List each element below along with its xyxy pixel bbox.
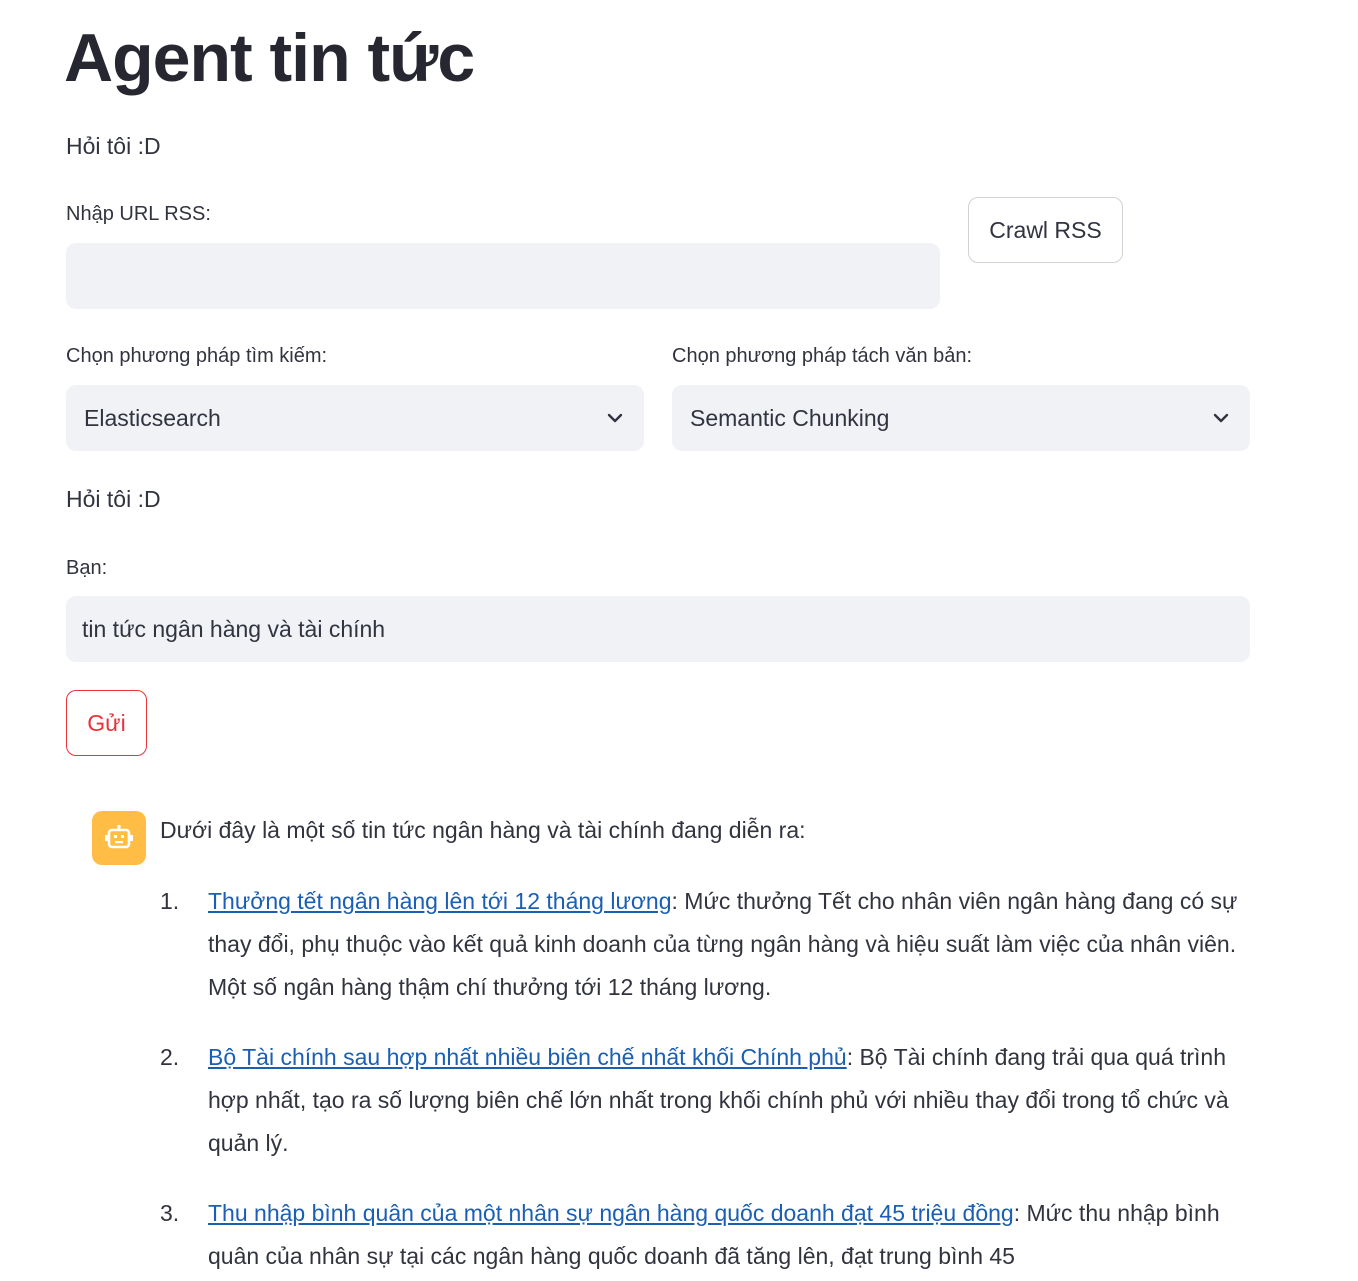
chevron-down-icon: [1210, 407, 1232, 429]
list-item: 2. Bộ Tài chính sau hợp nhất nhiều biên …: [160, 1036, 1260, 1165]
search-method-select[interactable]: Elasticsearch: [66, 385, 644, 451]
search-method-value: Elasticsearch: [84, 404, 221, 431]
chat-input[interactable]: [66, 596, 1250, 662]
rss-url-label: Nhập URL RSS:: [66, 203, 211, 225]
send-button[interactable]: Gửi: [66, 690, 147, 756]
split-method-label: Chọn phương pháp tách văn bản:: [672, 345, 973, 367]
list-item-body: Bộ Tài chính sau hợp nhất nhiều biên chế…: [208, 1036, 1260, 1165]
news-link[interactable]: Thưởng tết ngân hàng lên tới 12 tháng lư…: [208, 888, 672, 914]
list-item-number: 3.: [160, 1200, 180, 1226]
split-method-value: Semantic Chunking: [690, 404, 890, 431]
page-title: Agent tin tức: [64, 20, 475, 96]
list-item-number: 2.: [160, 1044, 180, 1070]
crawl-rss-button[interactable]: Crawl RSS: [968, 197, 1123, 263]
news-link[interactable]: Thu nhập bình quân của một nhân sự ngân …: [208, 1200, 1014, 1226]
chevron-down-icon: [604, 407, 626, 429]
news-list: 1. Thưởng tết ngân hàng lên tới 12 tháng…: [160, 880, 1260, 1281]
news-link[interactable]: Bộ Tài chính sau hợp nhất nhiều biên chế…: [208, 1044, 847, 1070]
chat-input-label: Bạn:: [66, 557, 108, 579]
rss-url-input[interactable]: [66, 243, 940, 309]
chat-caption: Hỏi tôi :D: [66, 486, 161, 512]
app-page: Agent tin tức Hỏi tôi :D Nhập URL RSS: C…: [0, 0, 1358, 1281]
search-method-label: Chọn phương pháp tìm kiếm:: [66, 345, 328, 367]
list-item-body: Thưởng tết ngân hàng lên tới 12 tháng lư…: [208, 880, 1260, 1009]
list-item: 3. Thu nhập bình quân của một nhân sự ng…: [160, 1192, 1260, 1278]
bot-intro-text: Dưới đây là một số tin tức ngân hàng và …: [160, 817, 806, 843]
list-item-body: Thu nhập bình quân của một nhân sự ngân …: [208, 1192, 1260, 1278]
page-subtitle: Hỏi tôi :D: [66, 133, 161, 159]
list-item-number: 1.: [160, 888, 180, 914]
robot-icon: [92, 811, 146, 865]
list-item: 1. Thưởng tết ngân hàng lên tới 12 tháng…: [160, 880, 1260, 1009]
split-method-select[interactable]: Semantic Chunking: [672, 385, 1250, 451]
